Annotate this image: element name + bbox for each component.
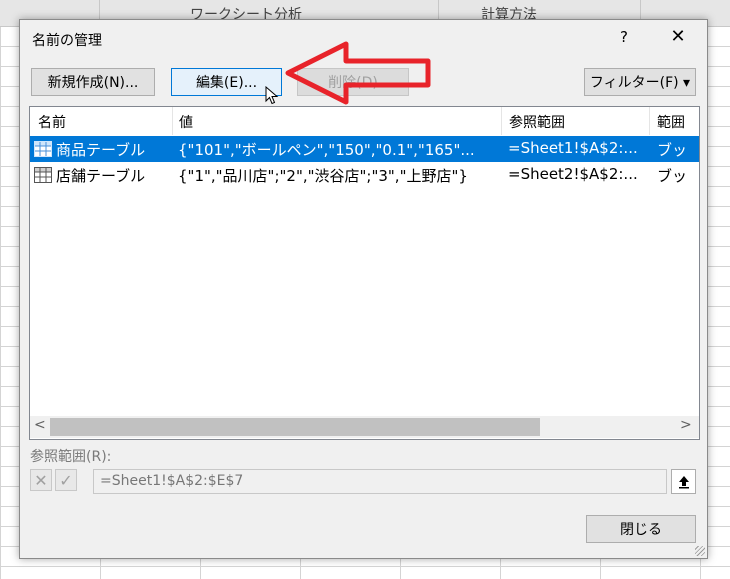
- mouse-cursor-icon: [265, 86, 279, 105]
- table-icon: [34, 141, 52, 157]
- table-icon: [34, 167, 52, 183]
- refers-to-label: 参照範囲(R):: [30, 449, 112, 465]
- scroll-left-icon[interactable]: <: [34, 417, 46, 433]
- column-divider[interactable]: [501, 107, 502, 135]
- row-refers-to: =Sheet2!$A$2:...: [508, 165, 638, 183]
- row-value: {"1","品川店";"2","渋谷店";"3","上野店"}: [178, 167, 468, 185]
- row-name: 店舗テーブル: [56, 167, 146, 185]
- help-button[interactable]: ?: [614, 28, 634, 46]
- list-row[interactable]: 店舗テーブル {"1","品川店";"2","渋谷店";"3","上野店"} =…: [30, 162, 699, 188]
- cancel-icon[interactable]: ✕: [30, 469, 52, 491]
- close-button[interactable]: 閉じる: [586, 515, 696, 543]
- filter-button[interactable]: フィルター(F) ▾: [584, 68, 696, 96]
- new-button[interactable]: 新規作成(N)...: [31, 68, 155, 96]
- names-list[interactable]: 名前 値 参照範囲 範囲 商品テーブル {"101","ボールペン","150"…: [29, 106, 700, 440]
- column-header-scope[interactable]: 範囲: [657, 112, 685, 132]
- column-divider[interactable]: [172, 107, 173, 135]
- confirm-icon[interactable]: ✓: [55, 469, 77, 491]
- row-value: {"101","ボールペン","150","0.1","165"...: [178, 141, 475, 159]
- collapse-dialog-icon[interactable]: [671, 469, 696, 494]
- scroll-right-icon[interactable]: >: [680, 417, 692, 433]
- column-header-value[interactable]: 値: [179, 112, 193, 132]
- list-row[interactable]: 商品テーブル {"101","ボールペン","150","0.1","165".…: [30, 136, 699, 162]
- row-name: 商品テーブル: [56, 141, 146, 159]
- row-scope: ブッ: [657, 141, 688, 159]
- resize-grip-icon[interactable]: [695, 546, 705, 556]
- column-header-refers-to[interactable]: 参照範囲: [509, 112, 565, 132]
- scroll-thumb[interactable]: [50, 418, 540, 436]
- horizontal-scrollbar[interactable]: < >: [30, 416, 699, 438]
- close-icon[interactable]: ✕: [666, 26, 690, 47]
- annotation-arrow-icon: [285, 41, 431, 105]
- dialog-title: 名前の管理: [32, 33, 102, 49]
- column-header-name[interactable]: 名前: [38, 112, 66, 132]
- column-divider[interactable]: [649, 107, 650, 135]
- row-refers-to: =Sheet1!$A$2:...: [508, 139, 638, 157]
- row-scope: ブッ: [657, 167, 688, 185]
- refers-to-field[interactable]: =Sheet1!$A$2:$E$7: [93, 469, 667, 494]
- list-header: 名前 値 参照範囲 範囲: [30, 107, 699, 135]
